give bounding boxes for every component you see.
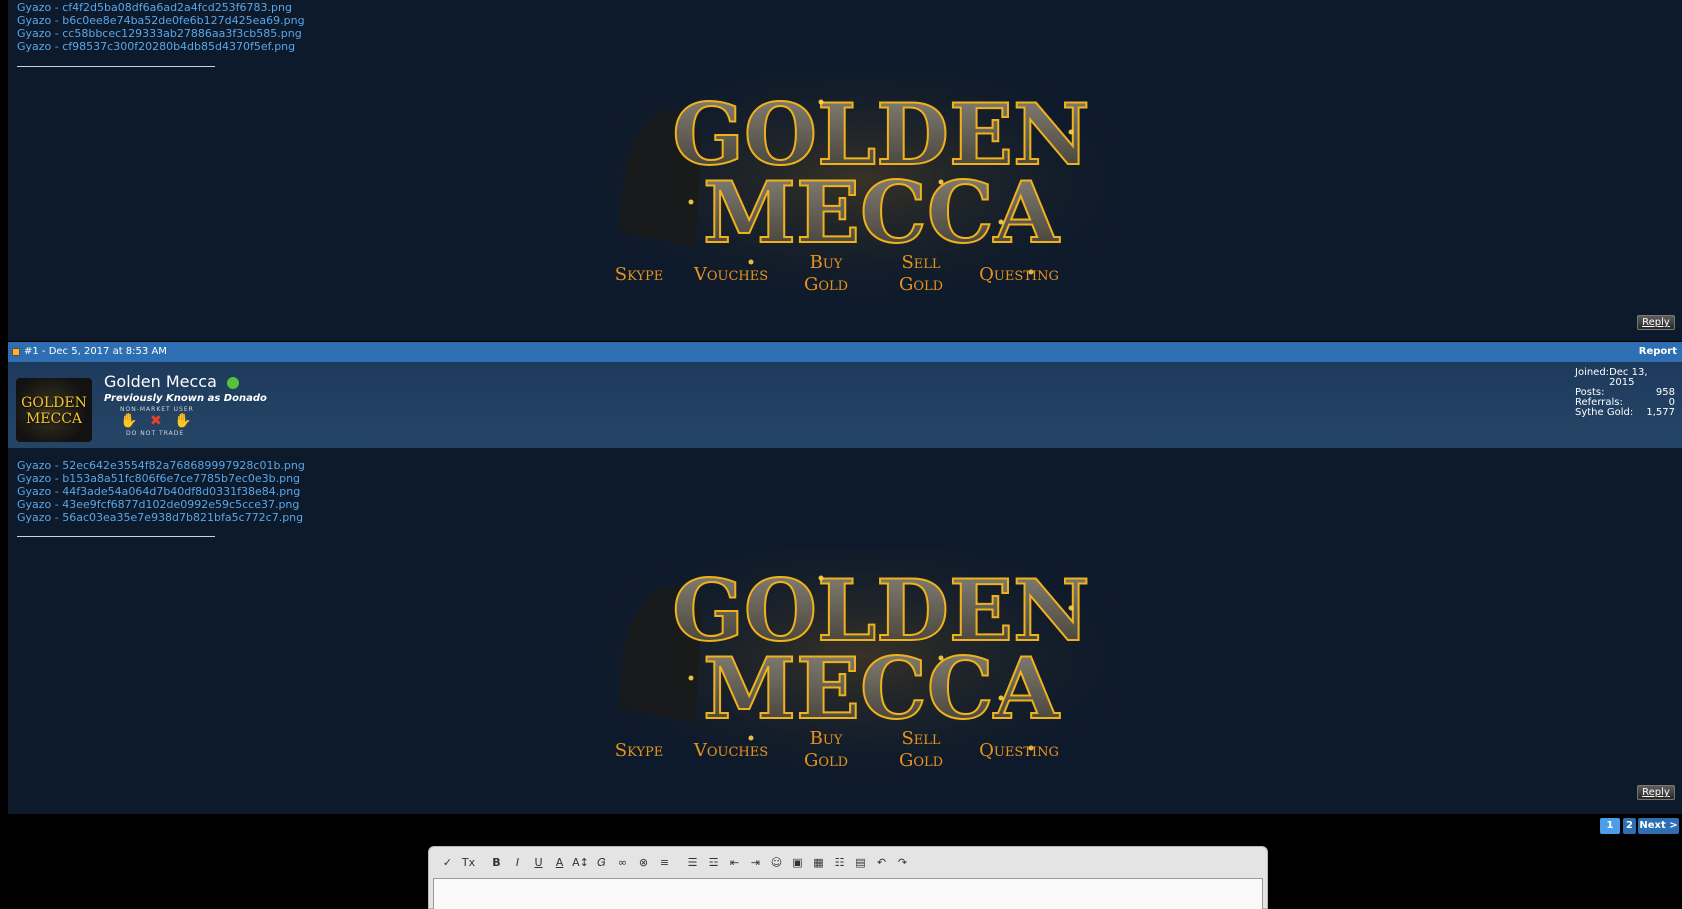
user-title: Previously Known as Donado xyxy=(104,393,267,404)
banner-menu-buy-sub: Gold xyxy=(804,274,848,295)
bold-icon[interactable]: B xyxy=(486,855,507,871)
stat-joined: Joined: Dec 13, 2015 xyxy=(1575,367,1648,388)
banner-menu-skype[interactable]: Skype xyxy=(615,264,664,285)
link-icon[interactable]: ∞ xyxy=(612,855,633,871)
editor-toolbar: ✓ Tx B I U A A↕ 𝐺 ∞ ⊗ ≡ ☰ ☲ ⇤ ⇥ ☺ ▣ ▦ ☷ … xyxy=(437,855,913,871)
avatar[interactable]: GOLDEN MECCA xyxy=(16,378,92,442)
banner-sparkle xyxy=(818,575,824,581)
banner-menu-vouches[interactable]: Vouches xyxy=(693,264,768,285)
stat-sythe-gold: Sythe Gold: 1,577 xyxy=(1575,407,1675,418)
banner-sparkle xyxy=(1068,605,1074,611)
font-size-icon[interactable]: A↕ xyxy=(570,855,591,871)
link-list: Gyazo - cf4f2d5ba08df6a6ad2a4fcd253f6783… xyxy=(17,1,305,53)
quote-icon[interactable]: ☷ xyxy=(829,855,850,871)
banner-sparkle xyxy=(998,695,1004,701)
reply-button[interactable]: Reply xyxy=(1637,315,1675,330)
banner-menu-buy-sub: Gold xyxy=(804,750,848,771)
hand-icon: ✋ xyxy=(174,413,192,429)
gyazo-link[interactable]: Gyazo - 43ee9fcf6877d102de0992e59c5cce37… xyxy=(17,498,305,511)
text-color-icon[interactable]: A xyxy=(549,855,570,871)
gyazo-link[interactable]: Gyazo - b153a8a51fc806f6e7ce7785b7ec0e3b… xyxy=(17,472,305,485)
clear-format-icon[interactable]: Tx xyxy=(458,855,479,871)
banner-sparkle xyxy=(818,99,824,105)
gyazo-link[interactable]: Gyazo - 44f3ade54a064d7b40df8d0331f38e84… xyxy=(17,485,305,498)
bullet-list-icon[interactable]: ☰ xyxy=(682,855,703,871)
gyazo-link[interactable]: Gyazo - cf98537c300f20280b4db85d4370f5ef… xyxy=(17,40,305,53)
save-draft-icon[interactable]: ▤ xyxy=(850,855,871,871)
smilie-icon[interactable]: ☺ xyxy=(766,855,787,871)
post-icon xyxy=(12,348,20,356)
banner-menu-buy[interactable]: Buy xyxy=(810,728,843,749)
signature-divider xyxy=(17,66,215,67)
badge-text-bottom: DO NOT TRADE xyxy=(126,430,185,437)
gyazo-link[interactable]: Gyazo - 52ec642e3554f82a768689997928c01b… xyxy=(17,459,305,472)
gyazo-link[interactable]: Gyazo - b6c0ee8e74ba52de0fe6b127d425ea69… xyxy=(17,14,305,27)
banner-menu-sell-sub: Gold xyxy=(899,750,943,771)
cross-icon: ✖ xyxy=(150,413,162,429)
banner-menu-skype[interactable]: Skype xyxy=(615,740,664,761)
undo-icon[interactable]: ↶ xyxy=(871,855,892,871)
redo-icon[interactable]: ↷ xyxy=(892,855,913,871)
report-link[interactable]: Report xyxy=(1639,346,1677,357)
banner-sparkle xyxy=(688,199,694,205)
banner-menu-questing[interactable]: Questing xyxy=(979,264,1059,285)
page-1-button[interactable]: 1 xyxy=(1600,818,1620,834)
reply-button[interactable]: Reply xyxy=(1637,785,1675,800)
banner-sparkle xyxy=(998,219,1004,225)
banner-menu-sell-sub: Gold xyxy=(899,274,943,295)
reply-editor: ✓ Tx B I U A A↕ 𝐺 ∞ ⊗ ≡ ☰ ☲ ⇤ ⇥ ☺ ▣ ▦ ☷ … xyxy=(428,846,1268,909)
post-header-bar: #1 - Dec 5, 2017 at 8:53 AM Report xyxy=(8,342,1682,362)
outdent-icon[interactable]: ⇤ xyxy=(724,855,745,871)
indent-icon[interactable]: ⇥ xyxy=(745,855,766,871)
post-content: Gyazo - 52ec642e3554f82a768689997928c01b… xyxy=(8,448,1682,814)
gyazo-link[interactable]: Gyazo - cc58bbcec129333ab27886aa3f3cb585… xyxy=(17,27,305,40)
banner-title-line2: MECCA xyxy=(703,639,1061,738)
number-list-icon[interactable]: ☲ xyxy=(703,855,724,871)
user-stats: Joined: Dec 13, 2015 Posts: 958 Referrals:… xyxy=(1575,368,1675,418)
italic-icon[interactable]: I xyxy=(507,855,528,871)
gyazo-link[interactable]: Gyazo - cf4f2d5ba08df6a6ad2a4fcd253f6783… xyxy=(17,1,305,14)
next-page-button[interactable]: Next > xyxy=(1638,818,1679,834)
remove-format-icon[interactable]: ✓ xyxy=(437,855,458,871)
golden-mecca-banner[interactable]: GOLDENMECCASkype VouchesBuyGoldSellGold Qu… xyxy=(601,72,1121,312)
banner-menu-sell[interactable]: Sell xyxy=(901,252,940,273)
link-list: Gyazo - 52ec642e3554f82a768689997928c01b… xyxy=(17,459,305,524)
banner-sparkle xyxy=(938,655,944,661)
banner-menu-buy[interactable]: Buy xyxy=(810,252,843,273)
banner-menu-vouches[interactable]: Vouches xyxy=(693,740,768,761)
avatar-text-line1: GOLDEN xyxy=(21,395,87,411)
image-icon[interactable]: ▣ xyxy=(787,855,808,871)
username[interactable]: Golden Mecca xyxy=(104,372,217,391)
golden-mecca-banner[interactable]: GOLDENMECCASkype VouchesBuyGoldSellGold Qu… xyxy=(601,548,1121,788)
banner-sparkle xyxy=(688,675,694,681)
avatar-text-line2: MECCA xyxy=(25,411,83,427)
message-textarea[interactable] xyxy=(433,878,1263,909)
align-icon[interactable]: ≡ xyxy=(654,855,675,871)
unlink-icon[interactable]: ⊗ xyxy=(633,855,654,871)
banner-sparkle xyxy=(1068,129,1074,135)
banner-menu-sell[interactable]: Sell xyxy=(901,728,940,749)
online-status-icon xyxy=(227,377,239,389)
banner-title-line2: MECCA xyxy=(703,163,1061,262)
banner-menu-questing[interactable]: Questing xyxy=(979,740,1059,761)
font-family-icon[interactable]: 𝐺 xyxy=(591,855,612,871)
signature-divider xyxy=(17,536,215,537)
post-content-top: Gyazo - cf4f2d5ba08df6a6ad2a4fcd253f6783… xyxy=(8,0,1682,341)
badge-text-top: NON-MARKET USER xyxy=(120,406,194,413)
page-2-button[interactable]: 2 xyxy=(1623,818,1636,834)
post-meta[interactable]: #1 - Dec 5, 2017 at 8:53 AM xyxy=(24,346,167,357)
banner-sparkle xyxy=(938,179,944,185)
underline-icon[interactable]: U xyxy=(528,855,549,871)
gyazo-link[interactable]: Gyazo - 56ac03ea35e7e938d7b821bfa5c772c7… xyxy=(17,511,305,524)
handshake-icon: ✋ xyxy=(120,413,138,429)
user-info-bar: GOLDEN MECCA Golden Mecca Previously Kno… xyxy=(8,362,1682,448)
media-icon[interactable]: ▦ xyxy=(808,855,829,871)
